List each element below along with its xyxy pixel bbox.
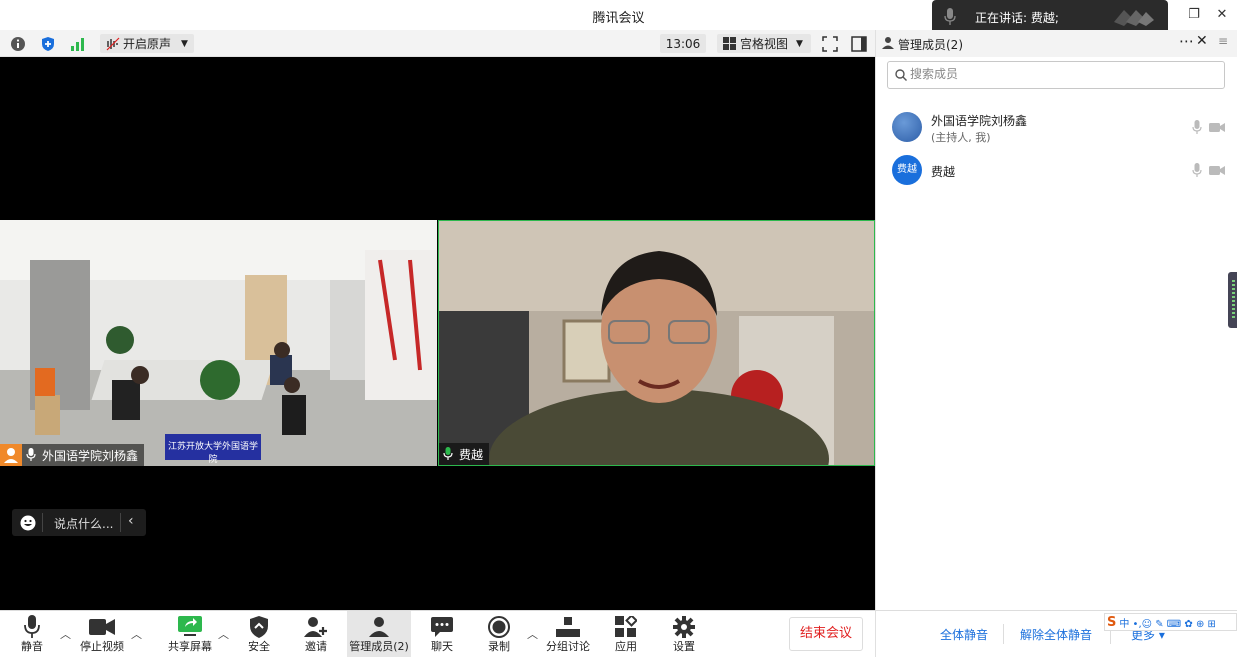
shield-icon: [250, 616, 268, 638]
mute-button[interactable]: 静音: [4, 611, 60, 657]
invite-button[interactable]: 邀请: [288, 611, 344, 657]
chat-placeholder[interactable]: 说点什么...: [54, 515, 113, 532]
chevron-up-icon[interactable]: ︿: [131, 626, 142, 642]
host-user-icon: [0, 444, 22, 466]
signal-icon[interactable]: [70, 34, 86, 53]
video-name: 外国语学院刘杨鑫: [42, 448, 139, 463]
mic-icon[interactable]: [1192, 163, 1202, 178]
tencent-meeting-logo: [1114, 10, 1154, 26]
video-stage: 江苏开放大学外国语学院 外国语学院刘杨鑫 费越 说点什么... ‹: [0, 57, 875, 610]
member-name: 费越: [931, 165, 956, 179]
member-search[interactable]: [887, 61, 1225, 89]
ime-glyph-icons: 中 •,☺ ✎ ⌨ ✿ ⊕ ⊞: [1119, 618, 1216, 630]
camera-icon[interactable]: [1209, 165, 1225, 176]
chevron-down-icon[interactable]: ▼: [181, 39, 188, 49]
mic-active-icon: [443, 447, 453, 460]
share-screen-label: 共享屏幕: [168, 640, 212, 653]
grid-icon: [723, 37, 736, 50]
close-window-icon[interactable]: ✕: [1213, 6, 1231, 24]
add-user-icon: [304, 617, 327, 637]
member-row[interactable]: 费越 费越: [876, 154, 1237, 200]
record-icon: [488, 616, 510, 638]
restore-icon[interactable]: ❐: [1185, 6, 1203, 24]
search-input[interactable]: [910, 67, 1210, 81]
settings-button[interactable]: 设置: [656, 611, 712, 657]
member-role: (主持人, 我): [931, 131, 991, 144]
breakout-icon: [556, 617, 580, 637]
share-screen-button[interactable]: 共享屏幕: [162, 611, 218, 657]
mic-icon[interactable]: [1192, 120, 1202, 135]
video-camera-icon: [89, 619, 115, 635]
meeting-clock: 13:06: [660, 34, 706, 53]
camera-icon[interactable]: [1209, 122, 1225, 133]
unmute-all-button[interactable]: 解除全体静音: [1020, 626, 1092, 643]
member-name: 外国语学院刘杨鑫: [931, 114, 1028, 128]
chat-icon: [431, 617, 453, 637]
sogou-logo-icon: S: [1107, 614, 1117, 630]
avatar: [892, 112, 922, 142]
gear-icon: [673, 616, 695, 638]
original-sound-button[interactable]: 开启原声 ▼: [100, 34, 194, 53]
mute-all-button[interactable]: 全体静音: [940, 626, 988, 643]
emoji-icon[interactable]: [20, 515, 36, 531]
mic-icon: [24, 615, 40, 638]
chat-input-box[interactable]: 说点什么... ‹: [12, 509, 146, 536]
video-name: 费越: [459, 447, 484, 462]
search-icon: [895, 69, 907, 81]
manage-members-button[interactable]: 管理成员(2): [347, 611, 411, 657]
share-screen-icon: [178, 616, 202, 636]
volume-meter[interactable]: [1228, 272, 1237, 328]
speaking-toast: 正在讲话: 费越;: [932, 0, 1168, 34]
record-label: 录制: [488, 640, 510, 653]
settings-label: 设置: [673, 640, 695, 653]
menu-icon[interactable]: ≡: [1218, 34, 1228, 48]
meeting-time: 13:06: [665, 36, 701, 51]
shield-icon[interactable]: [40, 34, 56, 53]
divider: [1003, 624, 1004, 644]
divider: [120, 513, 121, 532]
video-banner: 江苏开放大学外国语学院: [167, 442, 258, 465]
chevron-down-icon: ▼: [796, 38, 803, 49]
members-icon: [369, 617, 389, 637]
volume-level: [1232, 280, 1235, 320]
more-options-icon[interactable]: ⋯: [1179, 32, 1194, 50]
ime-toolbar[interactable]: S 中 •,☺ ✎ ⌨ ✿ ⊕ ⊞: [1104, 613, 1237, 631]
apps-icon: [615, 616, 637, 637]
video-feed-speaker: [439, 221, 874, 465]
person-icon: [882, 37, 894, 49]
video-feed-classroom: [0, 220, 437, 466]
panel-header: 管理成员(2) ⋯ ✕ ≡: [876, 30, 1237, 57]
fullscreen-icon[interactable]: [822, 34, 838, 53]
stop-video-button[interactable]: 停止视频: [74, 611, 130, 657]
view-mode-button[interactable]: 宫格视图 ▼: [717, 34, 811, 53]
original-sound-label: 开启原声: [123, 37, 172, 51]
panel-title: 管理成员(2): [898, 38, 963, 52]
video-label-speaker: 费越: [439, 443, 490, 465]
video-tile-speaker[interactable]: 费越: [438, 220, 875, 466]
video-tile-host[interactable]: 江苏开放大学外国语学院 外国语学院刘杨鑫: [0, 220, 437, 466]
members-panel: 管理成员(2) ⋯ ✕ ≡ 外国语学院刘杨鑫 (主持人, 我) 费越 费越: [875, 30, 1237, 610]
sidebar-toggle-icon[interactable]: [851, 34, 867, 53]
divider: [875, 611, 876, 657]
stop-video-label: 停止视频: [80, 640, 124, 653]
mic-icon: [944, 8, 956, 25]
member-row[interactable]: 外国语学院刘杨鑫 (主持人, 我): [876, 108, 1237, 154]
info-icon[interactable]: [10, 34, 26, 53]
close-panel-icon[interactable]: ✕: [1196, 33, 1208, 49]
speaking-text: 正在讲话: 费越;: [975, 11, 1059, 25]
divider: [42, 513, 43, 532]
bottom-control-bar: 静音 ︿ 停止视频 ︿ 共享屏幕 ︿ 安全 邀请 管理成员(2) 聊天 录制 ︿…: [0, 610, 1237, 657]
chevron-left-icon[interactable]: ‹: [128, 513, 134, 529]
meeting-toolbar: 开启原声 ▼ 13:06 宫格视图 ▼: [0, 30, 875, 57]
record-button[interactable]: 录制: [471, 611, 527, 657]
avatar: 费越: [892, 155, 922, 185]
mic-icon: [26, 448, 36, 461]
view-mode-label: 宫格视图: [740, 37, 789, 51]
waveform-icon: [106, 37, 120, 50]
end-meeting-button[interactable]: 结束会议: [789, 617, 863, 651]
video-label-host: 外国语学院刘杨鑫: [22, 444, 145, 466]
